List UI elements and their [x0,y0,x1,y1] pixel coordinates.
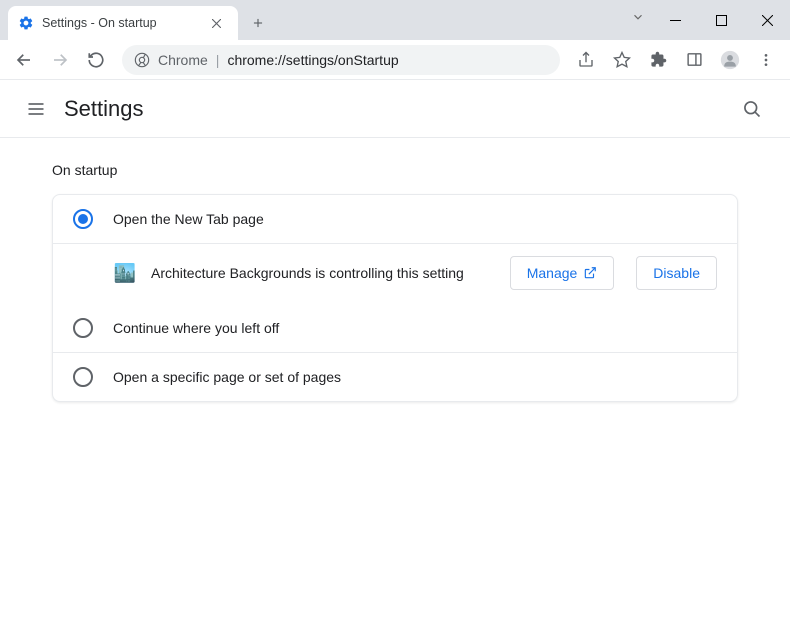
extensions-button[interactable] [642,44,674,76]
extension-control-row: 🏙️ Architecture Backgrounds is controlli… [53,243,737,304]
omnibox-origin: Chrome [158,52,208,68]
close-tab-button[interactable] [212,19,228,28]
radio-option-specific-pages[interactable]: Open a specific page or set of pages [53,352,737,401]
browser-tab[interactable]: Settings - On startup [8,6,238,40]
address-bar: Chrome | chrome://settings/onStartup [0,40,790,80]
minimize-button[interactable] [652,0,698,40]
disable-button[interactable]: Disable [636,256,717,290]
bookmark-button[interactable] [606,44,638,76]
close-window-button[interactable] [744,0,790,40]
radio-button[interactable] [73,367,93,387]
radio-button[interactable] [73,318,93,338]
manage-label: Manage [527,265,578,281]
window-controls [652,0,790,40]
omnibox-url: chrome://settings/onStartup [227,52,398,68]
gear-icon [18,15,34,31]
radio-label: Open a specific page or set of pages [113,369,717,385]
new-tab-button[interactable] [244,9,272,37]
omnibox[interactable]: Chrome | chrome://settings/onStartup [122,45,560,75]
back-button[interactable] [8,44,40,76]
disable-label: Disable [653,265,700,281]
settings-header: Settings [0,80,790,138]
radio-option-new-tab[interactable]: Open the New Tab page [53,195,737,243]
settings-content: On startup Open the New Tab page 🏙️ Arch… [0,138,790,426]
radio-button[interactable] [73,209,93,229]
radio-label: Continue where you left off [113,320,717,336]
radio-option-continue[interactable]: Continue where you left off [53,304,737,352]
maximize-button[interactable] [698,0,744,40]
radio-label: Open the New Tab page [113,211,717,227]
reload-button[interactable] [80,44,112,76]
menu-button[interactable] [750,44,782,76]
forward-button[interactable] [44,44,76,76]
manage-button[interactable]: Manage [510,256,615,290]
page-title: Settings [64,96,734,122]
share-button[interactable] [570,44,602,76]
startup-card: Open the New Tab page 🏙️ Architecture Ba… [52,194,738,402]
profile-button[interactable] [714,44,746,76]
side-panel-button[interactable] [678,44,710,76]
chrome-icon [134,52,150,68]
tab-title: Settings - On startup [42,16,204,30]
external-link-icon [583,266,597,280]
hamburger-menu-button[interactable] [20,93,52,125]
search-button[interactable] [734,91,770,127]
extension-message: Architecture Backgrounds is controlling … [151,265,496,281]
omnibox-separator: | [216,52,220,68]
extension-icon: 🏙️ [113,261,137,285]
tab-search-button[interactable] [631,10,645,24]
section-title: On startup [52,162,738,178]
